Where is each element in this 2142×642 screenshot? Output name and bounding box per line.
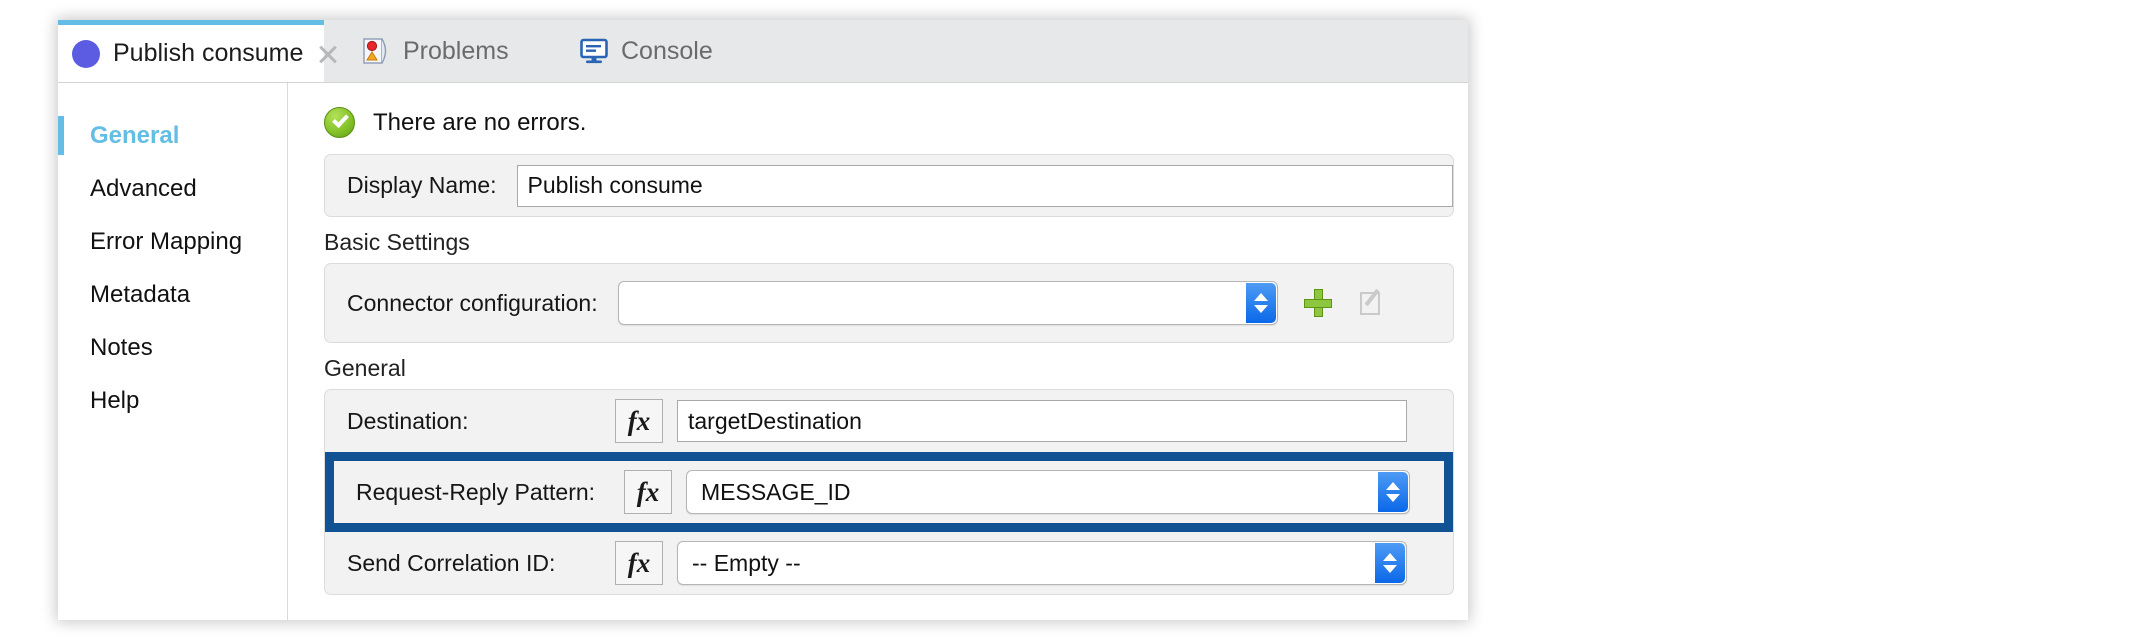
properties-panel: Publish consume Problems xyxy=(58,20,1468,620)
destination-label: Destination: xyxy=(347,408,615,435)
console-icon xyxy=(580,37,608,65)
row-request-reply-pattern: Request-Reply Pattern: fx MESSAGE_ID xyxy=(325,452,1453,532)
sidebar-item-advanced[interactable]: Advanced xyxy=(58,162,287,215)
panel-body: General Advanced Error Mapping Metadata … xyxy=(58,83,1468,620)
connector-configuration-label: Connector configuration: xyxy=(347,290,598,317)
sidebar-item-notes[interactable]: Notes xyxy=(58,321,287,374)
sidebar-label-general: General xyxy=(90,122,179,150)
general-section-title: General xyxy=(288,343,1468,389)
sidebar-label-advanced: Advanced xyxy=(90,175,197,203)
chevron-updown-icon[interactable] xyxy=(1246,283,1276,323)
sidebar-item-general[interactable]: General xyxy=(58,109,287,162)
status-text: There are no errors. xyxy=(373,109,586,137)
sidebar-label-notes: Notes xyxy=(90,334,153,362)
tab-label-publish-consume: Publish consume xyxy=(113,39,303,68)
row-destination: Destination: fx targetDestination xyxy=(325,390,1453,452)
settings-content: There are no errors. Display Name: Publi… xyxy=(288,83,1468,620)
send-correlation-id-select[interactable]: -- Empty -- xyxy=(677,541,1407,585)
display-name-label: Display Name: xyxy=(347,172,497,199)
fx-button-send-correlation-id[interactable]: fx xyxy=(615,541,663,585)
status-banner: There are no errors. xyxy=(288,83,1468,154)
send-correlation-id-value: -- Empty -- xyxy=(692,550,801,577)
request-reply-pattern-select[interactable]: MESSAGE_ID xyxy=(686,470,1410,514)
problems-icon xyxy=(362,37,390,65)
close-icon[interactable] xyxy=(317,43,339,65)
screenshot-root: Publish consume Problems xyxy=(0,0,2142,642)
sidebar-label-error-mapping: Error Mapping xyxy=(90,228,242,256)
success-check-icon xyxy=(324,107,355,138)
send-correlation-id-label: Send Correlation ID: xyxy=(347,550,615,577)
connector-configuration-select[interactable] xyxy=(618,281,1278,325)
add-connector-config-button[interactable] xyxy=(1304,289,1332,317)
tab-strip: Publish consume Problems xyxy=(58,20,1468,83)
display-name-input[interactable]: Publish consume xyxy=(517,165,1453,207)
destination-input[interactable]: targetDestination xyxy=(677,400,1407,442)
edit-connector-config-button[interactable] xyxy=(1358,289,1386,317)
sidebar-item-metadata[interactable]: Metadata xyxy=(58,268,287,321)
fx-button-destination[interactable]: fx xyxy=(615,399,663,443)
sidebar-label-help: Help xyxy=(90,387,139,415)
sidebar-label-metadata: Metadata xyxy=(90,281,190,309)
tab-label-console: Console xyxy=(621,37,713,66)
settings-sidebar: General Advanced Error Mapping Metadata … xyxy=(58,83,288,620)
chevron-updown-icon[interactable] xyxy=(1375,543,1405,583)
tab-console[interactable]: Console xyxy=(566,20,781,82)
chevron-updown-icon[interactable] xyxy=(1378,472,1408,512)
request-reply-pattern-value: MESSAGE_ID xyxy=(701,479,851,506)
display-name-group: Display Name: Publish consume xyxy=(324,154,1454,217)
basic-settings-title: Basic Settings xyxy=(288,217,1468,263)
request-reply-pattern-label: Request-Reply Pattern: xyxy=(347,479,624,506)
row-send-correlation-id: Send Correlation ID: fx -- Empty -- xyxy=(325,532,1453,594)
basic-settings-group: Connector configuration: xyxy=(324,263,1454,343)
tab-publish-consume[interactable]: Publish consume xyxy=(58,20,324,82)
tab-label-problems: Problems xyxy=(403,37,509,66)
sidebar-item-error-mapping[interactable]: Error Mapping xyxy=(58,215,287,268)
tab-problems[interactable]: Problems xyxy=(348,20,568,82)
sidebar-item-help[interactable]: Help xyxy=(58,374,287,427)
fx-button-request-reply-pattern[interactable]: fx xyxy=(624,470,672,514)
general-section-group: Destination: fx targetDestination Reques… xyxy=(324,389,1454,595)
publish-consume-icon xyxy=(72,40,100,68)
